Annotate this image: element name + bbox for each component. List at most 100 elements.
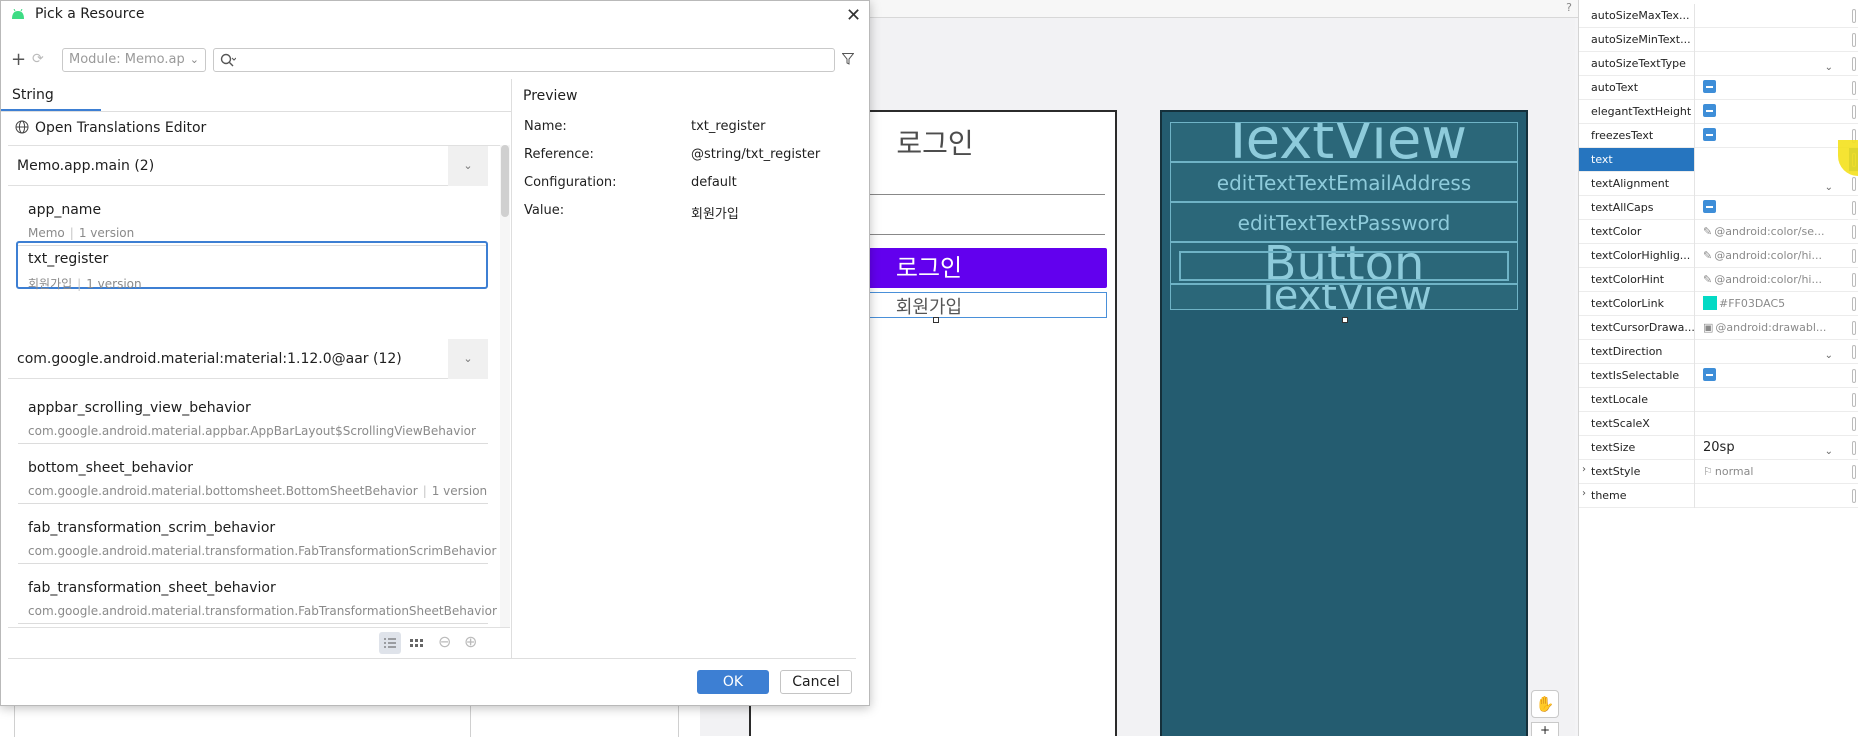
tab-string[interactable]: String [1,81,101,111]
ok-button[interactable]: OK [697,670,769,694]
attribute-row[interactable]: textIsSelectable [1579,364,1858,388]
attribute-value-field[interactable]: ✎ @android:color/hi... [1694,268,1849,292]
list-item[interactable]: fab_transformation_scrim_behavior com.go… [18,508,496,564]
filter-icon[interactable] [842,53,854,65]
attribute-reference-icon[interactable] [1852,225,1856,239]
list-item[interactable]: app_name Memo | 1 version [18,190,488,246]
attribute-value-field[interactable]: ✎ @android:color/se... [1694,220,1849,244]
attribute-row[interactable]: text [1579,148,1858,172]
list-item[interactable]: bottom_sheet_behavior com.google.android… [18,448,488,504]
resize-handle[interactable] [1342,317,1348,323]
module-dropdown[interactable]: Module: Memo.ap ⌄ [62,48,206,72]
checkbox-icon[interactable] [1703,104,1716,117]
chevron-right-icon[interactable]: › [1582,464,1586,475]
zoom-in-icon[interactable]: ⊕ [464,632,477,651]
attribute-reference-icon[interactable] [1852,177,1856,191]
attribute-row[interactable]: textScaleX [1579,412,1858,436]
attribute-reference-icon[interactable] [1852,369,1856,383]
attribute-value-field[interactable] [1694,412,1849,436]
chevron-down-icon[interactable]: ⌄ [1825,56,1833,76]
list-view-icon[interactable] [379,632,401,654]
attribute-reference-icon[interactable] [1852,345,1856,359]
open-translations-editor-link[interactable]: Open Translations Editor [35,120,206,136]
blueprint-email-field[interactable]: editTextTextEmailAddress [1170,162,1518,202]
search-input[interactable] [213,48,835,72]
attribute-reference-icon[interactable] [1852,465,1856,479]
close-icon[interactable]: ✕ [846,5,861,26]
attribute-value-field[interactable]: ⚐ normal [1694,460,1849,484]
attribute-reference-icon[interactable] [1852,273,1856,287]
attribute-row[interactable]: autoSizeMinText... [1579,28,1858,52]
attribute-value-field[interactable] [1694,388,1849,412]
attribute-row[interactable]: elegantTextHeight [1579,100,1858,124]
blueprint-textview-bottom[interactable]: TextView [1170,284,1518,310]
help-icon[interactable]: ? [1566,1,1572,14]
checkbox-icon[interactable] [1703,200,1716,213]
attribute-row[interactable]: freezesText [1579,124,1858,148]
attribute-value-field[interactable] [1694,76,1849,100]
attribute-value-field[interactable] [1694,100,1849,124]
attribute-reference-icon[interactable] [1852,201,1856,215]
checkbox-icon[interactable] [1703,128,1716,141]
attribute-row[interactable]: textDirection ⌄ [1579,340,1858,364]
checkbox-icon[interactable] [1703,80,1716,93]
list-scrollbar[interactable] [500,145,510,627]
list-item[interactable]: fab_transformation_sheet_behavior com.go… [18,568,497,624]
add-resource-icon[interactable]: + [11,49,26,70]
group-header[interactable]: com.google.android.material:material:1.1… [8,339,488,379]
attribute-value-field[interactable]: ⌄ [1694,172,1849,196]
blueprint-preview[interactable]: TextView editTextTextEmailAddress editTe… [1160,110,1528,736]
zoom-in-canvas-button[interactable]: + [1531,722,1559,737]
attribute-row[interactable]: textColor ✎ @android:color/se... [1579,220,1858,244]
blueprint-password-field[interactable]: editTextTextPassword [1170,202,1518,242]
checkbox-icon[interactable] [1703,368,1716,381]
attribute-row[interactable]: textColorHighlig... ✎ @android:color/hi... [1579,244,1858,268]
attribute-value-field[interactable] [1694,364,1849,388]
attribute-value-field[interactable] [1694,28,1849,52]
blueprint-textview-top[interactable]: TextView [1170,122,1518,162]
attribute-reference-icon[interactable] [1852,105,1856,119]
chevron-down-icon[interactable]: ⌄ [448,146,488,186]
chevron-down-icon[interactable]: ⌄ [1825,176,1833,196]
attribute-row[interactable]: textAllCaps [1579,196,1858,220]
attribute-row[interactable]: › textStyle ⚐ normal [1579,460,1858,484]
attribute-value-field[interactable] [1694,484,1849,508]
chevron-right-icon[interactable]: › [1582,488,1586,499]
list-item-selected[interactable]: txt_register 회원가입 | 1 version [16,241,488,291]
attribute-row[interactable]: textColorHint ✎ @android:color/hi... [1579,268,1858,292]
chevron-down-icon[interactable]: ⌄ [1825,344,1833,364]
attribute-value-field[interactable] [1694,148,1849,172]
attribute-row[interactable]: › theme [1579,484,1858,508]
attribute-row[interactable]: textAlignment ⌄ [1579,172,1858,196]
list-item[interactable]: appbar_scrolling_view_behavior com.googl… [18,388,488,444]
color-swatch[interactable] [1703,295,1717,310]
cancel-button[interactable]: Cancel [780,670,852,694]
attribute-reference-icon[interactable] [1852,249,1856,263]
attribute-value-field[interactable]: ✎ @android:color/hi... [1694,244,1849,268]
attribute-reference-icon[interactable] [1852,417,1856,431]
dialog-title-bar[interactable]: Pick a Resource ✕ [1,1,869,29]
attribute-reference-icon[interactable] [1852,489,1856,503]
attribute-row[interactable]: textColorLink #FF03DAC5 [1579,292,1858,316]
attribute-value-field[interactable]: ⌄ [1694,340,1849,364]
attribute-reference-icon[interactable] [1852,81,1856,95]
attribute-value-field[interactable] [1694,124,1849,148]
attribute-row[interactable]: autoText [1579,76,1858,100]
chevron-down-icon[interactable]: ⌄ [1825,440,1833,460]
attribute-reference-icon[interactable] [1852,33,1856,47]
attribute-row[interactable]: textCursorDrawa... ▣ @android:drawabl... [1579,316,1858,340]
attribute-row[interactable]: autoSizeMaxTex... [1579,4,1858,28]
attribute-reference-icon[interactable] [1852,441,1856,455]
panel-splitter[interactable] [511,79,512,659]
attribute-row[interactable]: textLocale [1579,388,1858,412]
attribute-value-field[interactable]: ⌄ [1694,52,1849,76]
zoom-out-icon[interactable]: ⊖ [438,632,451,651]
attribute-value-field[interactable] [1694,196,1849,220]
resize-handle[interactable] [933,317,939,323]
group-header[interactable]: Memo.app.main (2) ⌄ [8,146,488,186]
attribute-value-field[interactable]: #FF03DAC5 [1694,292,1849,316]
attribute-value-field[interactable]: 20sp ⌄ [1694,436,1849,460]
attribute-reference-icon[interactable] [1852,297,1856,311]
attribute-row[interactable]: autoSizeTextType ⌄ [1579,52,1858,76]
attribute-value-field[interactable]: ▣ @android:drawabl... [1694,316,1849,340]
